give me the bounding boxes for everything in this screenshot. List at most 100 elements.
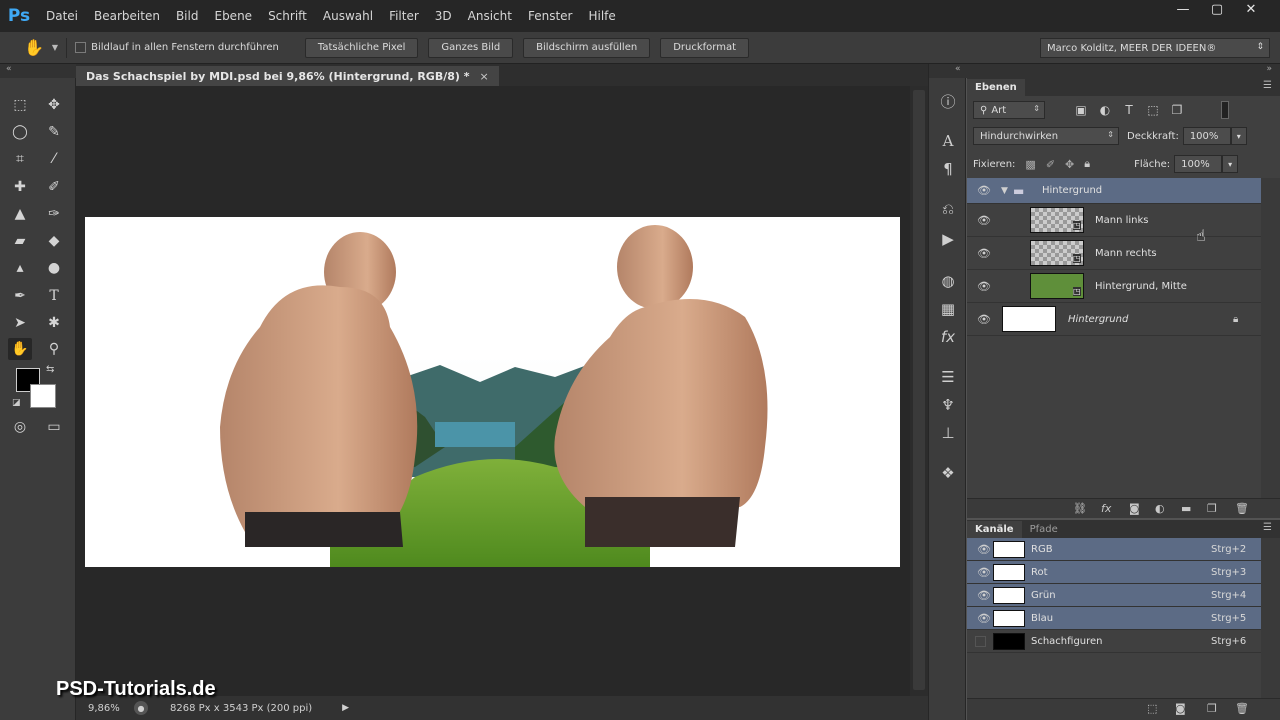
layer-row-hintergrund[interactable]: 👁︎ Hintergrund 🔒︎ [967, 303, 1261, 336]
filter-smart-object-icon[interactable]: ❐ [1167, 103, 1187, 117]
load-selection-icon[interactable]: ⬚ [1147, 702, 1157, 715]
vertical-scrollbar[interactable] [910, 86, 928, 696]
dodge-tool-icon[interactable]: ● [42, 257, 66, 279]
status-menu-arrow-icon[interactable]: ▶ [342, 703, 349, 713]
visibility-eye-icon[interactable]: 👁︎ [977, 280, 991, 293]
crop-tool-icon[interactable]: ⌗ [8, 148, 32, 170]
save-selection-icon[interactable]: ◙ [1175, 702, 1186, 715]
paint-bucket-tool-icon[interactable]: ◆ [42, 230, 66, 252]
close-button[interactable]: ✕ [1238, 0, 1264, 18]
menu-3d[interactable]: 3D [427, 0, 460, 32]
layer-row-group[interactable]: 👁︎ ▼ ▬ Hintergrund [967, 178, 1261, 204]
filter-toggle-icon[interactable] [1221, 101, 1229, 119]
eyedropper-tool-icon[interactable]: ⁄ [42, 148, 66, 170]
menu-ansicht[interactable]: Ansicht [460, 0, 520, 32]
eraser-tool-icon[interactable]: ▰ [8, 230, 32, 252]
menu-fenster[interactable]: Fenster [520, 0, 581, 32]
print-size-button[interactable]: Druckformat [660, 37, 750, 58]
actions-panel-icon[interactable]: ▶ [936, 228, 960, 250]
filter-type-icon[interactable]: T [1119, 103, 1139, 117]
new-group-icon[interactable]: ▬ [1181, 502, 1191, 515]
swap-colors-icon[interactable]: ⇆ [46, 364, 54, 375]
path-selection-tool-icon[interactable]: ➤ [8, 312, 32, 334]
hand-tool-icon[interactable]: ✋ [24, 38, 44, 57]
zoom-level[interactable]: 9,86% [88, 703, 128, 714]
filter-adjustment-icon[interactable]: ◐ [1095, 103, 1115, 117]
menu-bearbeiten[interactable]: Bearbeiten [86, 0, 168, 32]
collapse-icon[interactable]: « [6, 64, 12, 74]
tab-pfade[interactable]: Pfade [1022, 521, 1066, 538]
clone-stamp-tool-icon[interactable]: ▲ [8, 203, 32, 225]
healing-brush-tool-icon[interactable]: ✚ [8, 176, 32, 198]
menu-bild[interactable]: Bild [168, 0, 207, 32]
panel-menu-icon[interactable]: ☰ [1263, 522, 1272, 533]
channel-row-gruen[interactable]: 👁︎ Grün Strg+4 [967, 584, 1261, 607]
tool-preset-dropdown-icon[interactable]: ▼ [52, 43, 58, 52]
lock-transparent-icon[interactable]: ▩ [1025, 158, 1035, 171]
filter-shape-icon[interactable]: ⬚ [1143, 103, 1163, 117]
background-color-swatch[interactable] [30, 384, 56, 408]
status-info-icon[interactable]: ● [134, 701, 148, 715]
type-tool-icon[interactable]: T [42, 285, 66, 307]
navigator-panel-icon[interactable]: ▦ [936, 298, 960, 320]
paragraph-panel-icon[interactable]: ¶ [936, 158, 960, 180]
hand-tool-icon[interactable]: ✋ [8, 338, 32, 360]
document-tab[interactable]: Das Schachspiel by MDI.psd bei 9,86% (Hi… [76, 66, 499, 86]
adjustment-layer-icon[interactable]: ◐ [1155, 502, 1165, 515]
layer-row-mann-links[interactable]: 👁︎ ◳ Mann links [967, 204, 1261, 237]
visibility-eye-icon[interactable]: 👁︎ [977, 247, 991, 260]
trash-icon[interactable]: 🗑︎ [1235, 702, 1249, 715]
adjustments-panel-icon[interactable]: ☰ [936, 366, 960, 388]
lock-position-icon[interactable]: ✥ [1065, 158, 1074, 171]
lock-pixels-icon[interactable]: ✐ [1046, 158, 1055, 171]
scroll-all-windows-checkbox[interactable] [75, 42, 87, 53]
visibility-eye-icon[interactable]: 👁︎ [977, 566, 991, 579]
menu-auswahl[interactable]: Auswahl [315, 0, 381, 32]
info-panel-icon[interactable]: ⓘ [936, 90, 960, 112]
brush-presets-panel-icon[interactable]: ♆ [936, 394, 960, 416]
workspace-select[interactable]: Marco Kolditz, MEER DER IDEEN® ⇕ [1040, 38, 1270, 58]
visibility-eye-icon[interactable]: 👁︎ [977, 612, 991, 625]
rectangular-marquee-tool-icon[interactable]: ⬚ [8, 94, 32, 116]
default-colors-icon[interactable]: ◪ [12, 398, 21, 408]
visibility-box[interactable] [975, 635, 986, 647]
add-mask-icon[interactable]: ◙ [1129, 502, 1140, 515]
scrollbar-thumb[interactable] [913, 90, 925, 690]
swatches-panel-icon[interactable]: ◍ [936, 270, 960, 292]
clone-source-panel-icon[interactable]: ⊥ [936, 422, 960, 444]
tab-kanaele[interactable]: Kanäle [967, 521, 1022, 538]
quick-selection-tool-icon[interactable]: ✎ [42, 121, 66, 143]
link-layers-icon[interactable]: ⛓ [1073, 502, 1087, 515]
history-panel-icon[interactable]: ⎌ [936, 198, 960, 220]
actual-pixels-button[interactable]: Tatsächliche Pixel [304, 37, 419, 58]
channels-scrollbar[interactable] [1261, 538, 1280, 698]
new-layer-icon[interactable]: ❐ [1207, 502, 1217, 515]
character-panel-icon[interactable]: A [936, 130, 960, 152]
move-tool-icon[interactable]: ✥ [42, 94, 66, 116]
screen-mode-icon[interactable]: ▭ [42, 416, 66, 438]
layer-row-mann-rechts[interactable]: 👁︎ ◳ Mann rechts [967, 237, 1261, 270]
document-canvas[interactable] [85, 217, 900, 567]
layer-row-hintergrund-mitte[interactable]: 👁︎ ◳ Hintergrund, Mitte [967, 270, 1261, 303]
filter-kind-select[interactable]: ⚲ Art ⇕ [973, 101, 1045, 119]
zoom-tool-icon[interactable]: ⚲ [42, 338, 66, 360]
close-tab-icon[interactable]: × [480, 70, 489, 83]
tab-ebenen[interactable]: Ebenen [967, 79, 1025, 96]
channel-row-rgb[interactable]: 👁︎ RGB Strg+2 [967, 538, 1261, 561]
maximize-button[interactable]: ▢ [1204, 0, 1230, 18]
trash-icon[interactable]: 🗑︎ [1235, 502, 1249, 515]
pen-tool-icon[interactable]: ✒ [8, 285, 32, 307]
channel-row-schachfiguren[interactable]: Schachfiguren Strg+6 [967, 630, 1261, 653]
menu-filter[interactable]: Filter [381, 0, 427, 32]
panel-menu-icon[interactable]: ☰ [1263, 80, 1272, 91]
opacity-input[interactable]: 100% [1182, 127, 1231, 145]
channel-row-blau[interactable]: 👁︎ Blau Strg+5 [967, 607, 1261, 630]
filter-pixel-icon[interactable]: ▣ [1071, 103, 1091, 117]
expand-icon[interactable]: » [1266, 64, 1272, 74]
fit-screen-button[interactable]: Ganzes Bild [428, 37, 514, 58]
layer-style-icon[interactable]: fx [1101, 502, 1111, 515]
lock-all-icon[interactable]: 🔒︎ [1084, 157, 1090, 171]
history-brush-tool-icon[interactable]: ✑ [42, 203, 66, 225]
new-channel-icon[interactable]: ❐ [1207, 702, 1217, 715]
quick-mask-icon[interactable]: ◎ [8, 416, 32, 438]
